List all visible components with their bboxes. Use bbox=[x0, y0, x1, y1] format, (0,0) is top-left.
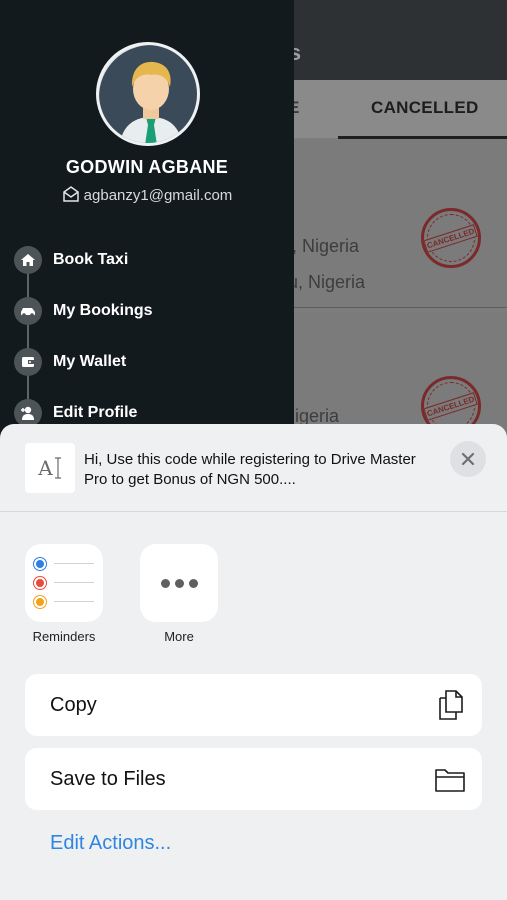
sidebar-item-label: My Bookings bbox=[53, 302, 153, 319]
menu-connector-line bbox=[27, 270, 29, 410]
sidebar-item-label: Book Taxi bbox=[53, 251, 129, 268]
more-dots-icon bbox=[160, 578, 170, 588]
edit-actions-link[interactable]: Edit Actions... bbox=[50, 832, 171, 855]
sidebar-item-my-bookings[interactable]: My Bookings bbox=[14, 294, 284, 328]
close-icon bbox=[461, 452, 475, 466]
copy-label: Copy bbox=[50, 694, 97, 716]
user-email-row: agbanzy1@gmail.com bbox=[0, 185, 294, 204]
tab-cancelled[interactable]: CANCELLED bbox=[371, 98, 479, 118]
tab-underline bbox=[338, 136, 507, 139]
user-add-icon bbox=[14, 399, 42, 427]
close-button[interactable] bbox=[450, 441, 486, 477]
share-header: A Hi, Use this code while registering to… bbox=[0, 424, 507, 512]
more-app-button[interactable] bbox=[140, 544, 218, 622]
sidebar-item-my-wallet[interactable]: My Wallet bbox=[14, 345, 284, 379]
share-sheet: A Hi, Use this code while registering to… bbox=[0, 424, 507, 900]
reminders-app-button[interactable] bbox=[25, 544, 103, 622]
copy-icon bbox=[439, 690, 463, 720]
booking-dropoff: ru, Nigeria bbox=[282, 272, 366, 292]
share-preview-text: Hi, Use this code while registering to D… bbox=[84, 451, 416, 488]
wallet-icon bbox=[14, 348, 42, 376]
reminders-label: Reminders bbox=[32, 629, 96, 644]
more-label: More bbox=[164, 629, 194, 644]
user-name: GODWIN AGBANE bbox=[65, 157, 229, 177]
save-to-files-action[interactable]: Save to Files bbox=[25, 748, 482, 810]
user-avatar-icon bbox=[99, 45, 197, 143]
save-to-files-label: Save to Files bbox=[50, 768, 166, 790]
car-icon bbox=[14, 297, 42, 325]
copy-action[interactable]: Copy bbox=[25, 674, 482, 736]
text-preview-icon: A bbox=[25, 443, 75, 493]
sidebar-item-label: My Wallet bbox=[53, 353, 127, 370]
folder-icon bbox=[435, 769, 465, 792]
sidebar-item-label: Edit Profile bbox=[53, 404, 138, 421]
sidebar-item-book-taxi[interactable]: Book Taxi bbox=[14, 243, 284, 277]
home-icon bbox=[14, 246, 42, 274]
email-icon bbox=[62, 186, 79, 202]
user-email: agbanzy1@gmail.com bbox=[83, 187, 233, 204]
avatar[interactable] bbox=[96, 42, 200, 146]
cancelled-stamp: CANCELLED bbox=[421, 208, 481, 268]
